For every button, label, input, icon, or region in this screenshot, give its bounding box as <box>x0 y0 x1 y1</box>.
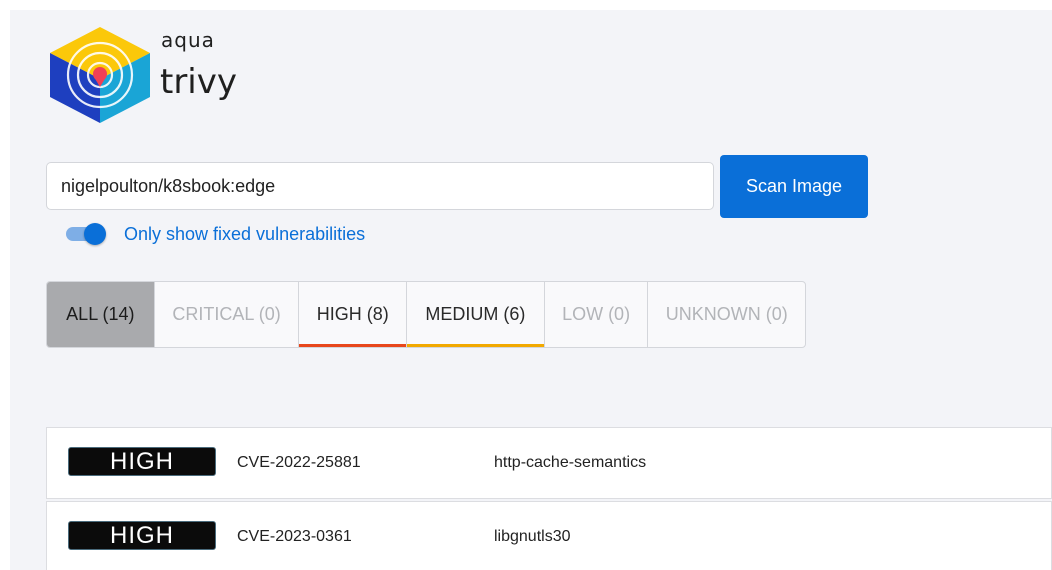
severity-tabs: ALL (14) CRITICAL (0) HIGH (8) MEDIUM (6… <box>46 281 806 348</box>
fixed-only-label[interactable]: Only show fixed vulnerabilities <box>124 224 365 245</box>
product-name: trivy <box>160 62 237 102</box>
fixed-only-toggle[interactable] <box>66 223 108 247</box>
tab-high[interactable]: HIGH (8) <box>299 282 408 347</box>
tab-label: UNKNOWN (0) <box>665 304 788 324</box>
package-name: http-cache-semantics <box>494 454 647 471</box>
severity-badge: HIGH <box>68 447 216 476</box>
tab-critical[interactable]: CRITICAL (0) <box>155 282 300 347</box>
vulnerability-row[interactable]: HIGH CVE-2022-25881 http-cache-semantics <box>46 427 1052 499</box>
package-name: libgnutls30 <box>494 528 571 545</box>
image-search-input[interactable] <box>46 162 714 210</box>
trivy-panel: aqua trivy Scan Image Only show fixed vu… <box>10 10 1052 570</box>
tab-unknown[interactable]: UNKNOWN (0) <box>648 282 805 347</box>
medium-underline <box>407 344 544 347</box>
tab-label: MEDIUM (6) <box>425 304 526 324</box>
brand-text: aqua <box>161 28 215 52</box>
tab-label: LOW (0) <box>562 304 631 324</box>
trivy-logo-icon <box>46 25 154 130</box>
tab-low[interactable]: LOW (0) <box>545 282 649 347</box>
tab-label: ALL (14) <box>66 304 135 324</box>
severity-badge: HIGH <box>68 521 216 550</box>
cve-id: CVE-2023-0361 <box>237 528 352 545</box>
cve-id: CVE-2022-25881 <box>237 454 361 471</box>
tab-label: HIGH (8) <box>316 304 389 324</box>
tab-all[interactable]: ALL (14) <box>47 282 155 347</box>
tab-medium[interactable]: MEDIUM (6) <box>407 282 545 347</box>
toggle-knob <box>84 223 106 245</box>
tab-label: CRITICAL (0) <box>172 304 281 324</box>
high-underline <box>299 344 407 347</box>
scan-image-button[interactable]: Scan Image <box>720 155 868 218</box>
vulnerability-row[interactable]: HIGH CVE-2023-0361 libgnutls30 <box>46 501 1052 570</box>
